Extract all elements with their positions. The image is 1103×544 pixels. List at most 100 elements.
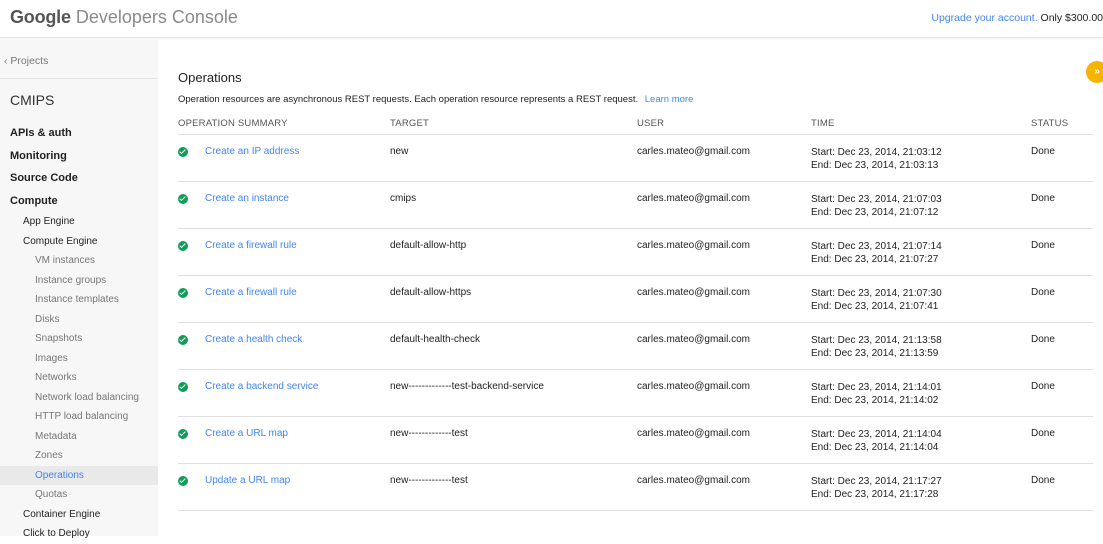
sidebar-item-click-to-deploy[interactable]: Click to Deploy	[0, 524, 158, 544]
upgrade-account-link[interactable]: Upgrade your account.	[931, 12, 1037, 24]
end-time: End: Dec 23, 2014, 21:17:28	[811, 489, 939, 500]
check-circle-icon	[178, 381, 188, 392]
target-cell: default-allow-https	[390, 275, 637, 323]
operation-link[interactable]: Create a health check	[205, 334, 302, 345]
sidebar-item-snapshots[interactable]: Snapshots	[0, 329, 158, 349]
operation-summary-cell: Create a health check	[178, 322, 390, 370]
table-row: Update a URL map new-------------test carl…	[178, 463, 1093, 511]
operation-summary-cell: Create an IP address	[178, 134, 390, 182]
sidebar-item-zones[interactable]: Zones	[0, 446, 158, 466]
end-time: End: Dec 23, 2014, 21:13:59	[811, 348, 939, 359]
target-text: default-allow-http	[390, 240, 467, 251]
user-cell: carles.mateo@gmail.com	[637, 416, 811, 464]
sidebar-item-network-load-balancing[interactable]: Network load balancing	[0, 388, 158, 408]
target-text: default-allow-https	[390, 287, 472, 298]
operation-link[interactable]: Create a firewall rule	[205, 287, 297, 298]
sidebar-item-compute-engine[interactable]: Compute Engine	[0, 232, 158, 252]
column-header-user[interactable]: USER	[637, 112, 811, 135]
target-text: new-------------test	[390, 475, 468, 486]
end-time: End: Dec 23, 2014, 21:07:41	[811, 301, 939, 312]
table-row: Create a firewall rule default-allow-http…	[178, 275, 1093, 323]
left-sidebar: ‹ Projects CMIPS APIs & auth Monitoring So…	[0, 38, 158, 539]
status-cell: Done	[1031, 134, 1093, 182]
sidebar-item-apis-auth[interactable]: APIs & auth	[0, 122, 158, 145]
end-time: End: Dec 23, 2014, 21:07:27	[811, 254, 939, 265]
target-text: default-health-check	[390, 334, 481, 345]
sidebar-item-compute[interactable]: Compute	[0, 190, 158, 213]
table-row: Create an IP address new carles.mateo@gmai…	[178, 134, 1093, 182]
time-cell: Start: Dec 23, 2014, 21:03:12 End: Dec 23…	[811, 134, 1031, 182]
operation-link[interactable]: Create a URL map	[205, 428, 288, 439]
logo-google-text: Google	[10, 7, 71, 27]
sidebar-item-disks[interactable]: Disks	[0, 310, 158, 330]
page-description: Operation resources are asynchronous RES…	[178, 94, 693, 105]
user-text: carles.mateo@gmail.com	[637, 475, 750, 486]
user-cell: carles.mateo@gmail.com	[637, 228, 811, 276]
status-text: Done	[1031, 334, 1055, 345]
sidebar-item-source-code[interactable]: Source Code	[0, 167, 158, 190]
column-header-summary[interactable]: OPERATION SUMMARY	[178, 112, 390, 135]
target-cell: new	[390, 134, 637, 182]
status-text: Done	[1031, 193, 1055, 204]
status-text: Done	[1031, 240, 1055, 251]
table-row: Create a health check default-health-chec…	[178, 322, 1093, 370]
operation-link[interactable]: Create an IP address	[205, 146, 299, 157]
sidebar-item-app-engine[interactable]: App Engine	[0, 212, 158, 232]
sidebar-item-vm-instances[interactable]: VM instances	[0, 251, 158, 271]
status-cell: Done	[1031, 369, 1093, 417]
start-time: Start: Dec 23, 2014, 21:07:30	[811, 288, 942, 299]
operation-link[interactable]: Create a firewall rule	[205, 240, 297, 251]
end-time: End: Dec 23, 2014, 21:14:04	[811, 442, 939, 453]
sidebar-item-instance-templates[interactable]: Instance templates	[0, 290, 158, 310]
status-cell: Done	[1031, 416, 1093, 464]
top-bar: Google Developers Console Upgrade your a…	[0, 0, 1103, 38]
time-cell: Start: Dec 23, 2014, 21:17:27 End: Dec 23…	[811, 463, 1031, 511]
time-cell: Start: Dec 23, 2014, 21:07:03 End: Dec 23…	[811, 181, 1031, 229]
status-cell: Done	[1031, 463, 1093, 511]
developers-console-logo[interactable]: Google Developers Console	[10, 7, 238, 28]
time-cell: Start: Dec 23, 2014, 21:14:04 End: Dec 23…	[811, 416, 1031, 464]
column-header-status[interactable]: STATUS	[1031, 112, 1093, 135]
sidebar-item-instance-groups[interactable]: Instance groups	[0, 271, 158, 291]
sidebar-item-images[interactable]: Images	[0, 349, 158, 369]
operation-link[interactable]: Update a URL map	[205, 475, 290, 486]
projects-back-link[interactable]: ‹ Projects	[4, 55, 48, 67]
end-time: End: Dec 23, 2014, 21:14:02	[811, 395, 939, 406]
target-cell: default-health-check	[390, 322, 637, 370]
page-title: Operations	[178, 70, 242, 85]
start-time: Start: Dec 23, 2014, 21:14:01	[811, 382, 942, 393]
operation-link[interactable]: Create a backend service	[205, 381, 318, 392]
sidebar-item-monitoring[interactable]: Monitoring	[0, 145, 158, 168]
upgrade-offer-text: Only $300.00	[1040, 12, 1103, 24]
logo-product-text: Developers Console	[75, 7, 238, 27]
table-row: Create a URL map new-------------test carl…	[178, 416, 1093, 464]
column-header-time[interactable]: TIME	[811, 112, 1031, 135]
sidebar-item-networks[interactable]: Networks	[0, 368, 158, 388]
user-text: carles.mateo@gmail.com	[637, 193, 750, 204]
description-text: Operation resources are asynchronous RES…	[178, 94, 639, 105]
status-cell: Done	[1031, 228, 1093, 276]
double-chevron-right-icon[interactable]: »	[1086, 61, 1103, 83]
sidebar-item-container-engine[interactable]: Container Engine	[0, 505, 158, 525]
project-name: CMIPS	[10, 92, 55, 108]
user-text: carles.mateo@gmail.com	[637, 334, 750, 345]
learn-more-link[interactable]: Learn more	[645, 94, 694, 105]
operation-summary-cell: Create an instance	[178, 181, 390, 229]
check-circle-icon	[178, 146, 188, 157]
column-header-target[interactable]: TARGET	[390, 112, 637, 135]
operation-summary-cell: Update a URL map	[178, 463, 390, 511]
time-cell: Start: Dec 23, 2014, 21:14:01 End: Dec 23…	[811, 369, 1031, 417]
operation-link[interactable]: Create an instance	[205, 193, 289, 204]
check-circle-icon	[178, 334, 188, 345]
sidebar-divider	[0, 78, 158, 79]
start-time: Start: Dec 23, 2014, 21:07:14	[811, 241, 942, 252]
user-text: carles.mateo@gmail.com	[637, 428, 750, 439]
upgrade-banner: Upgrade your account. Only $300.00	[931, 12, 1103, 24]
sidebar-item-metadata[interactable]: Metadata	[0, 427, 158, 447]
time-cell: Start: Dec 23, 2014, 21:07:30 End: Dec 23…	[811, 275, 1031, 323]
sidebar-item-operations[interactable]: Operations	[0, 465, 158, 485]
target-cell: new-------------test-backend-service	[390, 369, 637, 417]
sidebar-item-quotas[interactable]: Quotas	[0, 485, 158, 505]
sidebar-item-http-load-balancing[interactable]: HTTP load balancing	[0, 407, 158, 427]
start-time: Start: Dec 23, 2014, 21:03:12	[811, 147, 942, 158]
